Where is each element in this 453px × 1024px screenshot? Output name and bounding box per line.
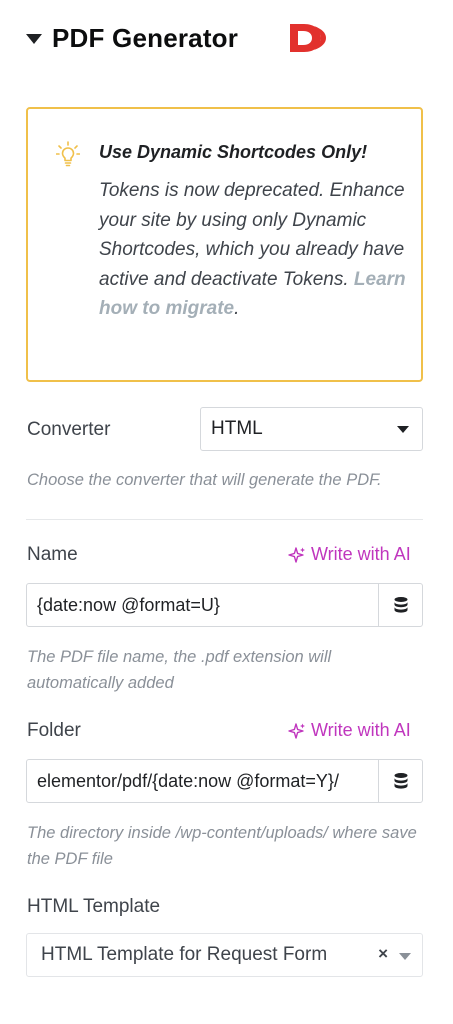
folder-write-with-ai-button[interactable]: Write with AI [288, 720, 411, 741]
name-input[interactable] [27, 584, 378, 626]
html-template-select[interactable]: HTML Template for Request Form × [26, 933, 423, 977]
clear-selection-icon[interactable]: × [378, 944, 388, 964]
section-title: PDF Generator [52, 22, 239, 53]
divider [26, 519, 423, 520]
notice-trailing: . [234, 298, 240, 319]
html-template-label: HTML Template [27, 896, 161, 917]
name-dynamic-tags-button[interactable] [378, 584, 422, 626]
notice-body: Tokens is now deprecated. Enhance your s… [99, 176, 411, 324]
chevron-down-icon [399, 953, 411, 960]
sparkle-icon [288, 722, 305, 739]
folder-label: Folder [27, 720, 81, 741]
section-header-toggle[interactable]: PDF Generator [26, 18, 426, 58]
write-with-ai-label: Write with AI [311, 720, 411, 740]
chevron-down-icon [397, 426, 409, 433]
name-label: Name [27, 544, 78, 565]
dynamic-ooo-logo-icon [290, 24, 326, 52]
database-icon [394, 597, 407, 613]
name-write-with-ai-button[interactable]: Write with AI [288, 544, 411, 565]
notice-title: Use Dynamic Shortcodes Only! [99, 142, 368, 162]
converter-label: Converter [27, 419, 111, 440]
converter-select-value: HTML [211, 418, 263, 439]
name-field-group [26, 583, 423, 627]
html-template-value: HTML Template for Request Form [41, 944, 328, 965]
database-icon [394, 773, 407, 789]
sparkle-icon [288, 546, 305, 563]
folder-dynamic-tags-button[interactable] [378, 760, 422, 802]
converter-help: Choose the converter that will generate … [27, 471, 382, 489]
deprecation-notice: Use Dynamic Shortcodes Only! Tokens is n… [26, 107, 423, 382]
folder-field-group [26, 759, 423, 803]
pdf-generator-panel: PDF Generator Use Dynamic Shortcodes Onl… [0, 0, 453, 1024]
name-help: The PDF file name, the .pdf extension wi… [27, 648, 332, 692]
converter-select[interactable]: HTML [200, 407, 423, 451]
lightbulb-icon [56, 141, 80, 167]
folder-help: The directory inside /wp-content/uploads… [27, 824, 417, 868]
write-with-ai-label: Write with AI [311, 544, 411, 564]
caret-down-icon [26, 34, 42, 44]
folder-input[interactable] [27, 760, 378, 802]
